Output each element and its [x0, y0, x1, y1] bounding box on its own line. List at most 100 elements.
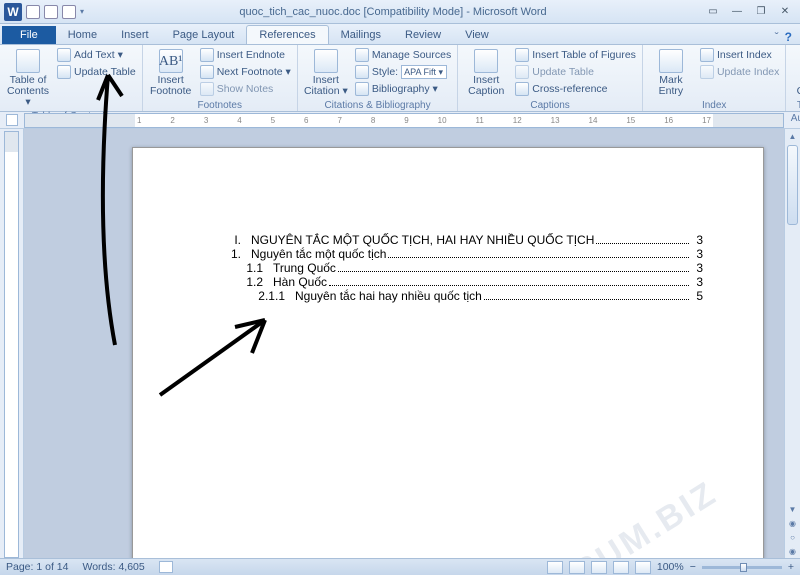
status-words[interactable]: Words: 4,605 — [82, 561, 144, 573]
group-captions: Insert Caption Insert Table of Figures U… — [458, 45, 643, 111]
tab-view[interactable]: View — [453, 26, 501, 44]
insert-endnote-button[interactable]: Insert Endnote — [198, 47, 293, 63]
tab-review[interactable]: Review — [393, 26, 453, 44]
style-label: Style: — [372, 66, 398, 78]
restore-button[interactable]: ❐ — [750, 5, 772, 19]
add-text-button[interactable]: Add Text ▾ — [55, 47, 138, 63]
toc-entry-text: Hàn Quốc — [273, 275, 327, 289]
undo-icon[interactable] — [44, 5, 58, 19]
cross-ref-label: Cross-reference — [532, 83, 607, 95]
workspace: I.NGUYÊN TẮC MỘT QUỐC TỊCH, HAI HAY NHIỀ… — [0, 129, 800, 558]
mark-entry-icon — [659, 49, 683, 73]
document-area[interactable]: I.NGUYÊN TẮC MỘT QUỐC TỊCH, HAI HAY NHIỀ… — [24, 129, 784, 558]
tab-references[interactable]: References — [246, 25, 328, 44]
update-table-icon — [57, 65, 71, 79]
ruler-corner[interactable] — [0, 112, 24, 129]
tab-file[interactable]: File — [2, 26, 56, 44]
mark-citation-label: Mark Citation — [797, 75, 800, 97]
tab-page-layout[interactable]: Page Layout — [161, 26, 247, 44]
table-of-contents[interactable]: I.NGUYÊN TẮC MỘT QUỐC TỊCH, HAI HAY NHIỀ… — [213, 233, 703, 303]
view-web-layout-icon[interactable] — [591, 561, 607, 574]
zoom-level[interactable]: 100% — [657, 561, 684, 573]
manage-sources-button[interactable]: Manage Sources — [353, 47, 453, 63]
mark-citation-button[interactable]: Mark Citation — [790, 47, 800, 99]
insert-endnote-label: Insert Endnote — [217, 49, 285, 61]
zoom-in-icon[interactable]: + — [788, 561, 794, 573]
toc-leader-dots — [388, 257, 689, 258]
scroll-up-icon[interactable]: ▲ — [785, 129, 800, 143]
horizontal-ruler[interactable]: 1234567891011121314151617 — [24, 113, 784, 128]
window-controls: ▭ — ❐ ✕ — [702, 5, 796, 19]
toc-leader-dots — [596, 243, 689, 244]
toc-entry-number: I. — [213, 233, 251, 247]
insert-index-label: Insert Index — [717, 49, 772, 61]
insert-index-button[interactable]: Insert Index — [698, 47, 781, 63]
ribbon: Table of Contents ▾ Add Text ▾ Update Ta… — [0, 45, 800, 112]
tab-selector-icon[interactable] — [6, 114, 18, 126]
insert-citation-label: Insert Citation ▾ — [304, 75, 348, 97]
show-notes-button[interactable]: Show Notes — [198, 81, 293, 97]
view-outline-icon[interactable] — [613, 561, 629, 574]
toc-entry[interactable]: 2.1.1Nguyên tắc hai hay nhiều quốc tịch5 — [213, 289, 703, 303]
citation-style-dropdown[interactable]: Style: APA Fift ▾ — [353, 64, 453, 80]
bibliography-button[interactable]: Bibliography ▾ — [353, 81, 453, 97]
toc-entry[interactable]: I.NGUYÊN TẮC MỘT QUỐC TỊCH, HAI HAY NHIỀ… — [213, 233, 703, 247]
redo-icon[interactable] — [62, 5, 76, 19]
toc-entry-text: NGUYÊN TẮC MỘT QUỐC TỊCH, HAI HAY NHIỀU … — [251, 233, 594, 247]
word-app-icon[interactable]: W — [4, 3, 22, 21]
proofing-icon[interactable] — [159, 561, 173, 573]
next-page-icon[interactable]: ◉ — [785, 544, 800, 558]
mark-entry-button[interactable]: Mark Entry — [647, 47, 695, 99]
footnote-icon: AB¹ — [159, 49, 183, 73]
help-icon[interactable]: ? — [785, 30, 792, 44]
citation-icon — [314, 49, 338, 73]
insert-index-icon — [700, 48, 714, 62]
browse-object-icon[interactable]: ○ — [785, 530, 800, 544]
prev-page-icon[interactable]: ◉ — [785, 516, 800, 530]
tab-home[interactable]: Home — [56, 26, 109, 44]
update-table-label: Update Table — [74, 66, 136, 78]
save-icon[interactable] — [26, 5, 40, 19]
toc-entry-text: Trung Quốc — [273, 261, 336, 275]
toc-entry-page: 3 — [691, 261, 703, 275]
tab-insert[interactable]: Insert — [109, 26, 161, 44]
insert-citation-button[interactable]: Insert Citation ▾ — [302, 47, 350, 99]
insert-footnote-button[interactable]: AB¹ Insert Footnote — [147, 47, 195, 99]
update-index-icon — [700, 65, 714, 79]
insert-caption-button[interactable]: Insert Caption — [462, 47, 510, 99]
view-full-screen-icon[interactable] — [569, 561, 585, 574]
endnote-icon — [200, 48, 214, 62]
minimize-ribbon-icon[interactable]: ˇ — [775, 30, 779, 44]
table-of-contents-button[interactable]: Table of Contents ▾ — [4, 47, 52, 110]
next-footnote-button[interactable]: Next Footnote ▾ — [198, 64, 293, 80]
update-tof-button[interactable]: Update Table — [513, 64, 638, 80]
cross-reference-button[interactable]: Cross-reference — [513, 81, 638, 97]
toc-entry[interactable]: 1.1Trung Quốc 3 — [213, 261, 703, 275]
group-footnotes: AB¹ Insert Footnote Insert Endnote Next … — [143, 45, 298, 111]
insert-footnote-label: Insert Footnote — [150, 75, 191, 97]
cross-ref-icon — [515, 82, 529, 96]
toc-entry-number: 1.1 — [241, 261, 273, 275]
zoom-out-icon[interactable]: − — [690, 561, 696, 573]
style-value[interactable]: APA Fift ▾ — [401, 65, 447, 79]
toc-entry[interactable]: 1.Nguyên tắc một quốc tịch3 — [213, 247, 703, 261]
update-index-button[interactable]: Update Index — [698, 64, 781, 80]
zoom-slider[interactable] — [702, 566, 782, 569]
view-print-layout-icon[interactable] — [547, 561, 563, 574]
update-tof-icon — [515, 65, 529, 79]
update-table-button[interactable]: Update Table — [55, 64, 138, 80]
scroll-down-icon[interactable]: ▼ — [785, 502, 800, 516]
minimize-button[interactable]: — — [726, 5, 748, 19]
minimize-ribbon-icon[interactable]: ▭ — [702, 5, 724, 19]
status-page[interactable]: Page: 1 of 14 — [6, 561, 68, 573]
zoom-slider-handle[interactable] — [740, 563, 747, 572]
document-page[interactable]: I.NGUYÊN TẮC MỘT QUỐC TỊCH, HAI HAY NHIỀ… — [132, 147, 764, 558]
scroll-thumb[interactable] — [787, 145, 798, 225]
close-button[interactable]: ✕ — [774, 5, 796, 19]
insert-table-of-figures-button[interactable]: Insert Table of Figures — [513, 47, 638, 63]
toc-entry[interactable]: 1.2Hàn Quốc3 — [213, 275, 703, 289]
view-draft-icon[interactable] — [635, 561, 651, 574]
vertical-scrollbar[interactable]: ▲ ▼ ◉ ○ ◉ — [784, 129, 800, 558]
vertical-ruler[interactable] — [0, 129, 24, 558]
tab-mailings[interactable]: Mailings — [329, 26, 393, 44]
